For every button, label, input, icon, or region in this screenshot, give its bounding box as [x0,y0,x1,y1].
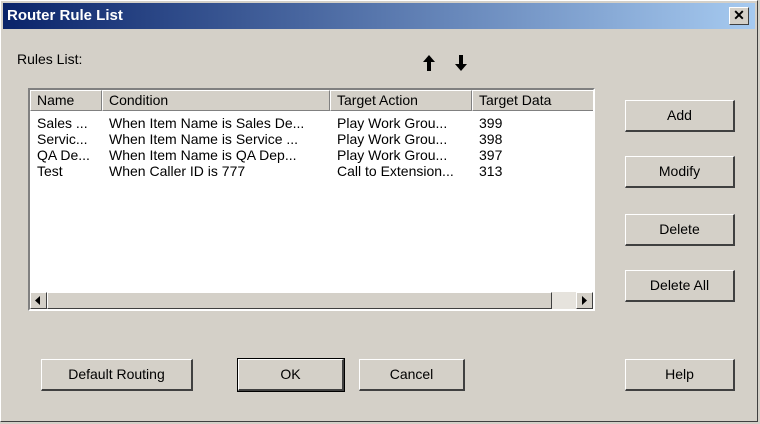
close-icon: ✕ [733,7,745,23]
default-routing-button[interactable]: Default Routing [41,359,193,391]
cell-name: Sales ... [37,115,88,131]
scroll-right-button[interactable] [576,292,593,309]
cell-target-action: Call to Extension... [337,163,454,179]
router-rule-list-dialog: Router Rule List ✕ Rules List: Name Cond… [0,0,758,422]
cell-target-data: 397 [479,147,503,163]
delete-button[interactable]: Delete [625,214,735,246]
table-row[interactable]: Sales ... When Item Name is Sales De... … [30,115,593,131]
cell-name: Test [37,163,63,179]
window-title: Router Rule List [7,7,123,24]
cell-name: Servic... [37,131,88,147]
move-up-icon[interactable] [421,53,437,73]
cell-condition: When Item Name is Sales De... [109,115,305,131]
rules-list-view[interactable]: Name Condition Target Action Target Data… [28,88,595,311]
horizontal-scrollbar[interactable] [30,292,593,309]
cell-target-action: Play Work Grou... [337,147,448,163]
move-down-icon[interactable] [453,53,469,73]
column-header-target-action[interactable]: Target Action [330,90,472,111]
triangle-left-icon [35,296,40,305]
cell-target-action: Play Work Grou... [337,115,448,131]
cancel-button[interactable]: Cancel [359,359,465,391]
help-button[interactable]: Help [625,359,735,391]
delete-all-button[interactable]: Delete All [625,270,735,302]
scroll-thumb[interactable] [47,292,552,309]
column-header-name[interactable]: Name [30,90,102,111]
column-header-target-data[interactable]: Target Data [472,90,593,111]
list-header: Name Condition Target Action Target Data [30,90,593,111]
table-row[interactable]: Servic... When Item Name is Service ... … [30,131,593,147]
triangle-right-icon [582,296,587,305]
scroll-left-button[interactable] [30,292,47,309]
cell-target-data: 399 [479,115,503,131]
cell-target-data: 398 [479,131,503,147]
cell-condition: When Item Name is QA Dep... [109,147,297,163]
title-bar[interactable]: Router Rule List ✕ [3,3,755,29]
cell-name: QA De... [37,147,90,163]
table-row[interactable]: QA De... When Item Name is QA Dep... Pla… [30,147,593,163]
column-header-condition[interactable]: Condition [102,90,330,111]
cell-target-action: Play Work Grou... [337,131,448,147]
rules-list-label: Rules List: [17,51,83,67]
add-button[interactable]: Add [625,100,735,132]
ok-button[interactable]: OK [237,358,345,392]
cell-target-data: 313 [479,163,503,179]
cell-condition: When Caller ID is 777 [109,163,246,179]
modify-button[interactable]: Modify [625,156,735,188]
close-button[interactable]: ✕ [729,7,749,25]
cell-condition: When Item Name is Service ... [109,131,299,147]
table-row[interactable]: Test When Caller ID is 777 Call to Exten… [30,163,593,179]
